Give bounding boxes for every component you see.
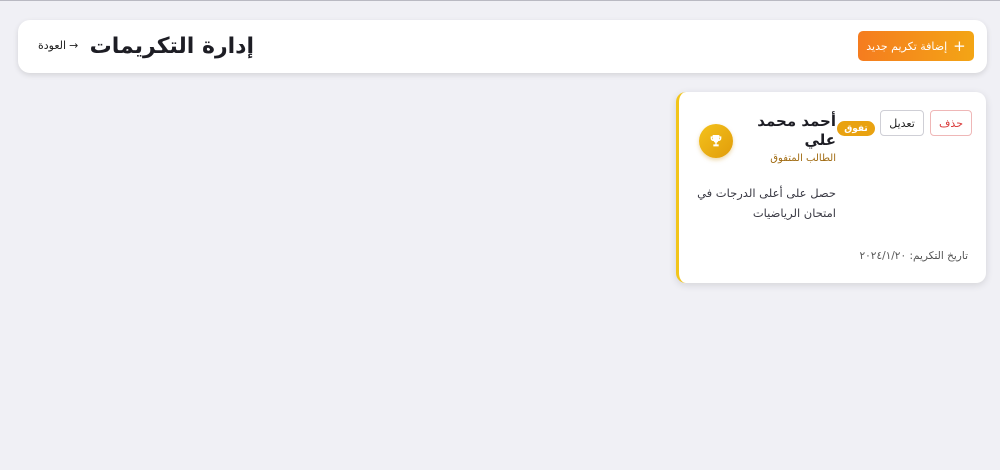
honor-description: حصل على أعلى الدرجات في امتحان الرياضيات xyxy=(697,186,836,220)
date-label: تاريخ التكريم: xyxy=(909,250,968,262)
honoree-subtitle: الطالب المتفوق xyxy=(770,153,836,164)
add-honor-label: إضافة تكريم جديد xyxy=(866,39,948,53)
honoree-name: أحمد محمد علي xyxy=(757,112,836,149)
add-honor-button[interactable]: + إضافة تكريم جديد xyxy=(858,31,974,61)
edit-button[interactable]: تعديل xyxy=(880,110,924,136)
page-header: + إضافة تكريم جديد إدارة التكريمات → الع… xyxy=(18,20,987,73)
back-link[interactable]: → العودة xyxy=(38,39,78,52)
delete-button[interactable]: حذف xyxy=(930,110,972,136)
honor-date: تاريخ التكريم: ٢٠٢٤/١/٢٠ xyxy=(860,250,968,262)
page-title: إدارة التكريمات xyxy=(89,34,254,59)
back-label: العودة xyxy=(38,39,67,52)
plus-icon: + xyxy=(953,36,966,55)
category-badge: تفوق xyxy=(837,121,875,136)
arrow-left-icon: → xyxy=(69,39,79,52)
honor-card: أحمد محمد علي الطالب المتفوق تفوق تعديل … xyxy=(676,92,986,283)
date-value: ٢٠٢٤/١/٢٠ xyxy=(859,250,907,262)
